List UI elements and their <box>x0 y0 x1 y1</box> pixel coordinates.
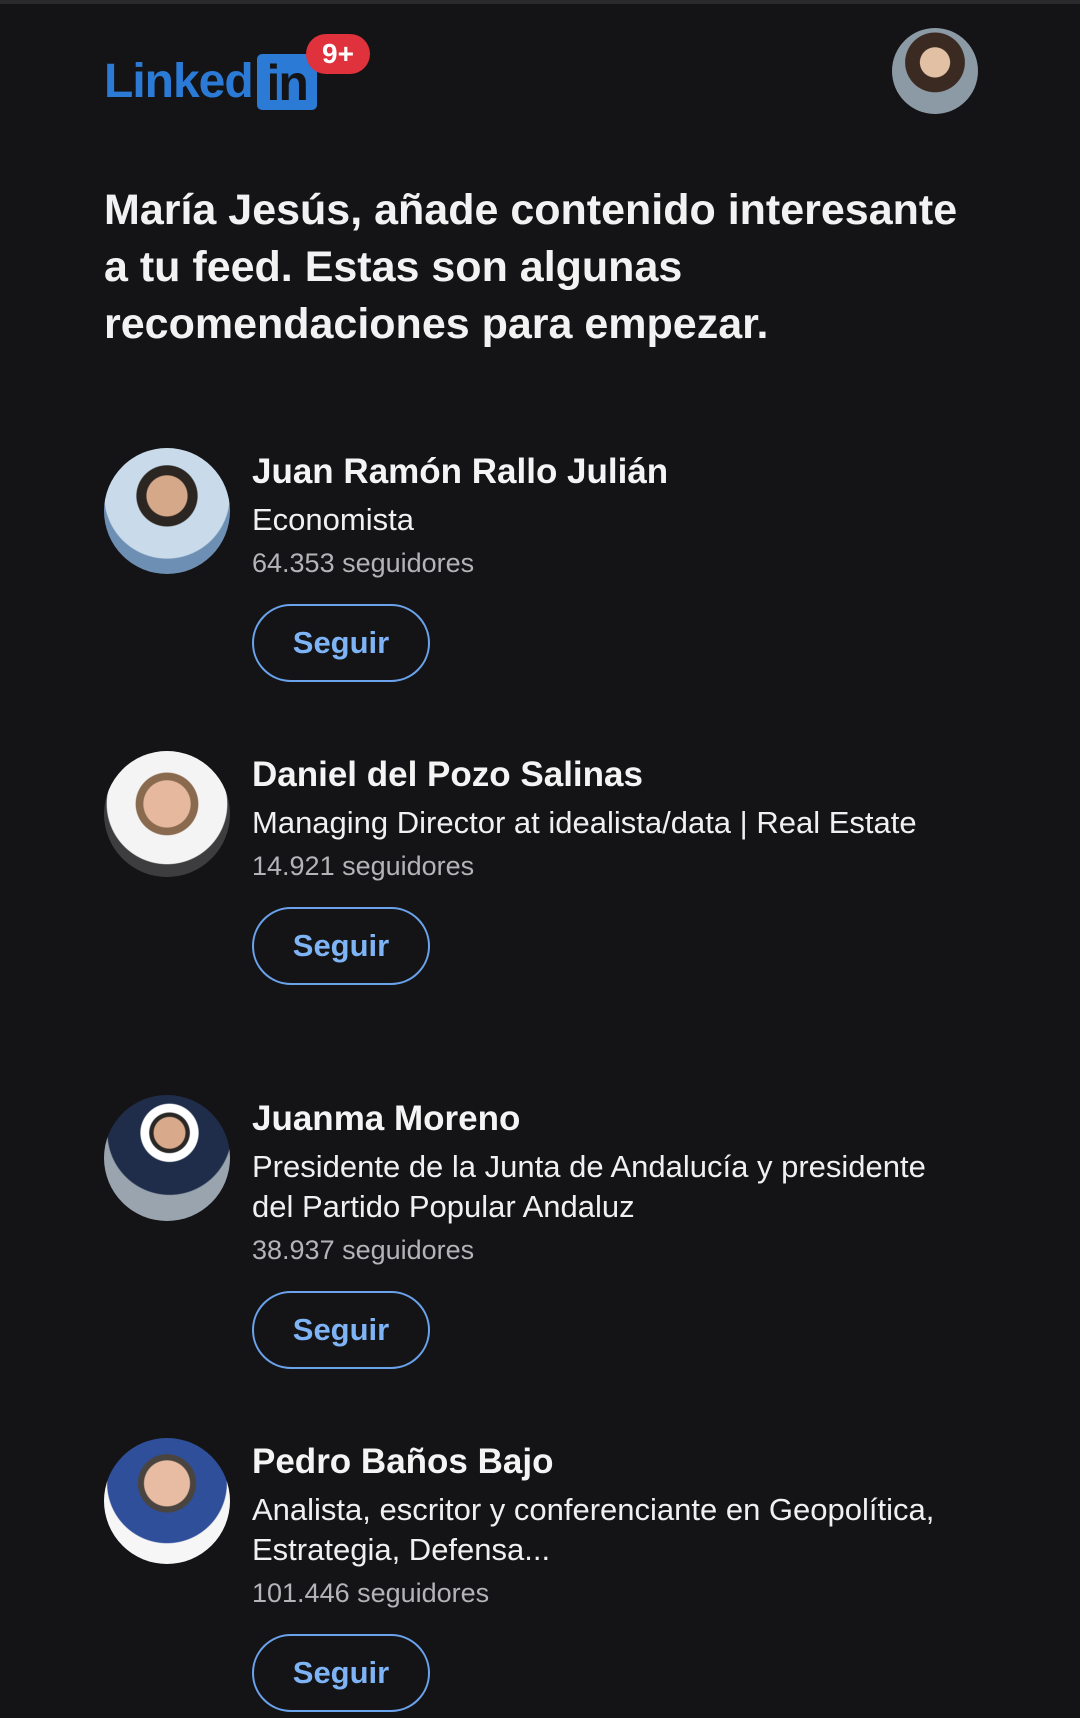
profile-avatar[interactable] <box>892 28 978 114</box>
recommendation-headline: Managing Director at idealista/data | Re… <box>252 805 917 840</box>
recommendation-followers: 101.446 seguidores <box>252 1578 490 1608</box>
recommendation-body: Pedro Baños Bajo Analista, escritor y co… <box>252 1438 972 1712</box>
follow-button[interactable]: Seguir <box>252 604 430 682</box>
recommendation-headline: Economista <box>252 502 414 537</box>
recommendation-followers: 38.937 seguidores <box>252 1235 475 1265</box>
logo-wordmark: Linked <box>104 55 254 108</box>
notification-badge[interactable]: 9+ <box>306 34 370 74</box>
page-title: María Jesús, añade contenido interesante… <box>104 186 958 348</box>
recommendation-name[interactable]: Juan Ramón Rallo Julián <box>252 450 972 494</box>
recommendation-body: Juan Ramón Rallo Julián Economista 64.35… <box>252 448 972 682</box>
recommendation-avatar[interactable] <box>104 751 230 877</box>
recommendation-body: Daniel del Pozo Salinas Managing Directo… <box>252 751 972 985</box>
recommendation-avatar[interactable] <box>104 1095 230 1221</box>
recommendation-name[interactable]: Daniel del Pozo Salinas <box>252 753 972 797</box>
recommendation-name[interactable]: Juanma Moreno <box>252 1097 972 1141</box>
app-header: Linked in 9+ <box>0 0 1080 140</box>
recommendation-name[interactable]: Pedro Baños Bajo <box>252 1440 972 1484</box>
recommendation-avatar[interactable] <box>104 1438 230 1564</box>
recommendation-avatar[interactable] <box>104 448 230 574</box>
recommendation-followers: 64.353 seguidores <box>252 548 475 578</box>
recommendation-headline: Analista, escritor y conferenciante en G… <box>252 1492 935 1567</box>
follow-button[interactable]: Seguir <box>252 1291 430 1369</box>
recommendation-body: Juanma Moreno Presidente de la Junta de … <box>252 1095 972 1369</box>
linkedin-logo[interactable]: Linked in <box>104 54 317 111</box>
recommendation-headline: Presidente de la Junta de Andalucía y pr… <box>252 1149 926 1224</box>
recommendation-followers: 14.921 seguidores <box>252 851 475 881</box>
follow-button[interactable]: Seguir <box>252 907 430 985</box>
follow-button[interactable]: Seguir <box>252 1634 430 1712</box>
